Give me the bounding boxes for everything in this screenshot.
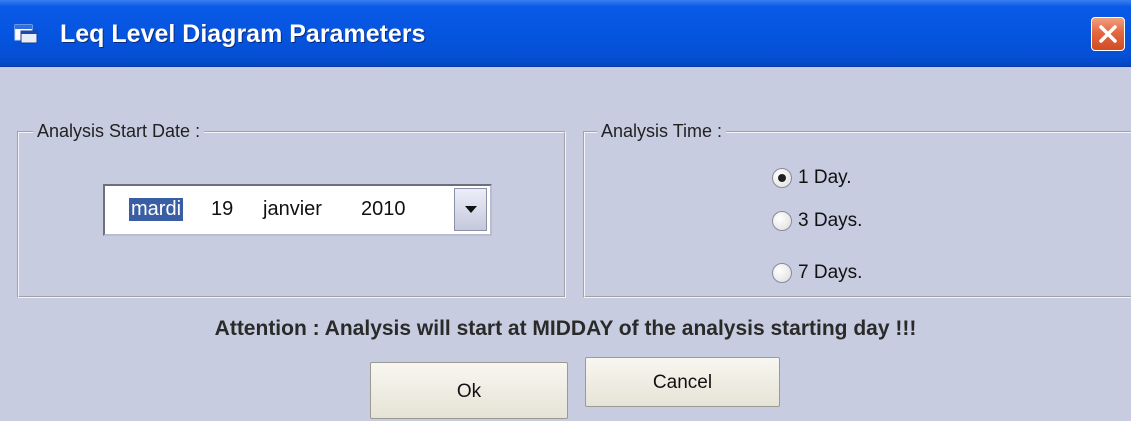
radio-button[interactable] — [772, 168, 792, 188]
start-date-group: Analysis Start Date : mardi 19 janvier 2… — [17, 121, 566, 298]
attention-message: Attention : Analysis will start at MIDDA… — [214, 317, 917, 340]
analysis-time-group: Analysis Time : 1 Day. 3 Days. 7 Days. — [583, 121, 1131, 298]
ok-button[interactable]: Ok — [370, 362, 568, 419]
start-date-legend: Analysis Start Date : — [33, 121, 205, 142]
window-title: Leq Level Diagram Parameters — [60, 20, 426, 48]
cancel-button[interactable]: Cancel — [585, 357, 780, 407]
date-year[interactable]: 2010 — [361, 198, 406, 221]
radio-button[interactable] — [772, 263, 792, 283]
radio-label[interactable]: 7 Days. — [798, 262, 862, 284]
date-weekday[interactable]: mardi — [129, 198, 184, 221]
close-icon — [1099, 25, 1117, 43]
radio-button[interactable] — [772, 211, 792, 231]
dialog-window: Leq Level Diagram Parameters Analysis St… — [0, 0, 1131, 421]
close-button[interactable] — [1091, 17, 1125, 51]
analysis-time-legend: Analysis Time : — [597, 121, 727, 142]
date-picker[interactable]: mardi 19 janvier 2010 — [103, 184, 492, 236]
date-month[interactable]: janvier — [263, 198, 322, 221]
radio-label[interactable]: 1 Day. — [798, 167, 852, 189]
date-dropdown-button[interactable] — [454, 188, 487, 231]
radio-label[interactable]: 3 Days. — [798, 210, 862, 232]
title-bar[interactable]: Leq Level Diagram Parameters — [0, 0, 1131, 67]
app-window-icon — [14, 24, 38, 44]
chevron-down-icon — [465, 206, 477, 213]
radio-selected-dot — [778, 174, 786, 182]
date-day[interactable]: 19 — [211, 198, 233, 221]
